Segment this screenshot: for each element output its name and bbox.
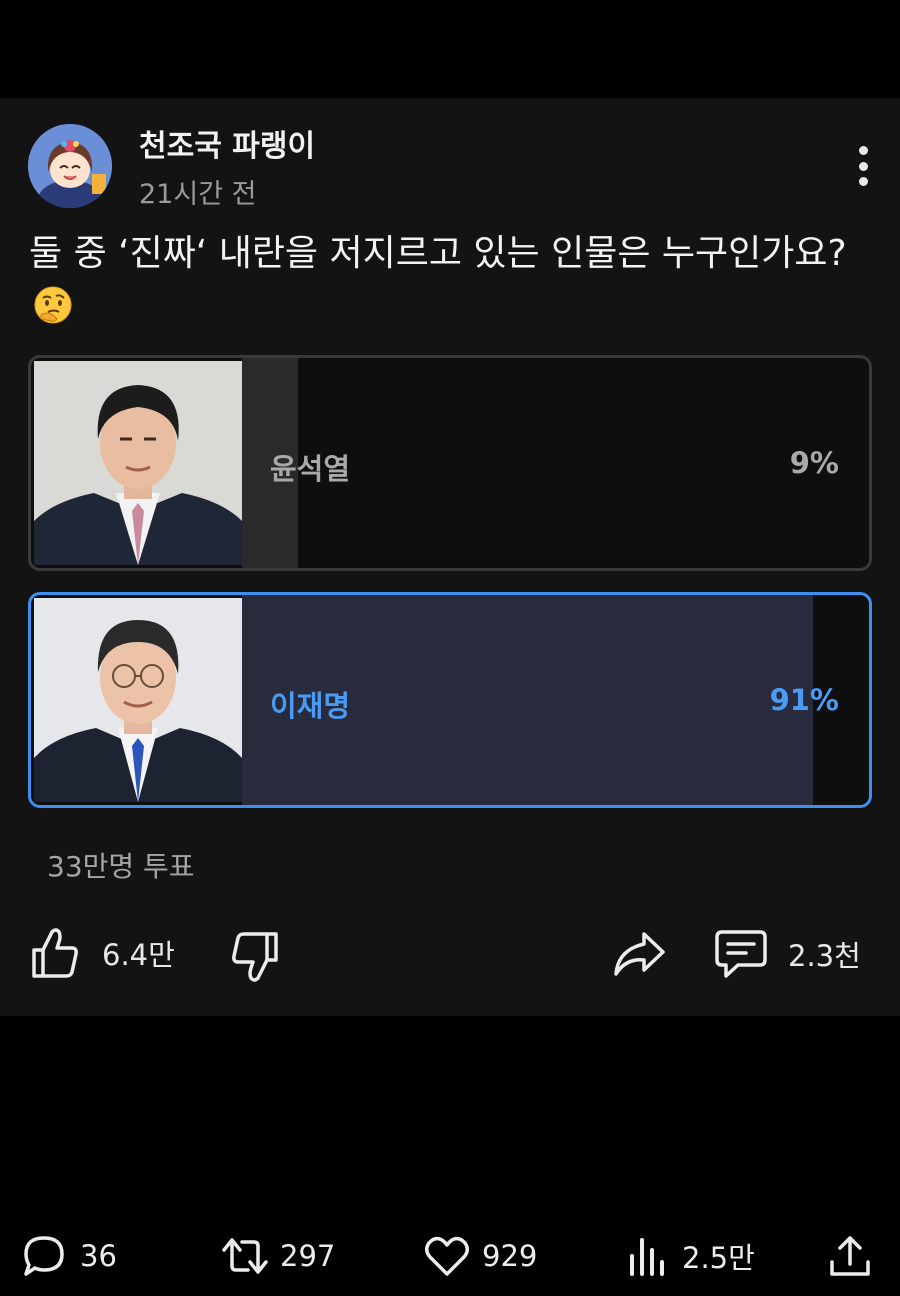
like-button[interactable]: 6.4만 xyxy=(30,926,175,980)
poll-vote-count: 33만명 투표 xyxy=(47,850,195,883)
dislike-button[interactable] xyxy=(232,930,284,982)
more-options-button[interactable] xyxy=(846,140,880,192)
thinking-face-icon xyxy=(33,285,73,325)
reply-count: 36 xyxy=(80,1239,117,1273)
repost-count: 297 xyxy=(280,1239,336,1273)
comments-button[interactable]: 2.3천 xyxy=(714,928,861,980)
share-button[interactable] xyxy=(612,930,666,978)
post-question: 둘 중 ‘진짜‘ 내란을 저지르고 있는 인물은 누구인가요? xyxy=(29,228,869,332)
like-count: 6.4만 xyxy=(102,938,175,972)
repost-button[interactable]: 297 xyxy=(220,1234,335,1278)
reply-button[interactable]: 36 xyxy=(22,1234,117,1278)
thumbs-up-icon xyxy=(32,928,78,978)
share-icon xyxy=(614,932,665,976)
engagement-bar: 36 297 929 2.5만 xyxy=(0,1220,900,1296)
view-count: 2.5만 xyxy=(682,1241,755,1275)
poll-option-1-label: 윤석열 xyxy=(270,452,351,486)
poll-option-1-percent: 9% xyxy=(789,446,839,480)
candidate-2-photo xyxy=(34,598,242,802)
poll-option-2-label: 이재명 xyxy=(270,689,351,723)
upload-share-button[interactable] xyxy=(828,1234,872,1278)
repost-icon xyxy=(222,1238,268,1274)
comment-count: 2.3천 xyxy=(788,939,861,973)
reply-icon xyxy=(24,1236,64,1276)
heart-icon xyxy=(425,1236,469,1276)
post-question-text: 둘 중 ‘진짜‘ 내란을 저지르고 있는 인물은 누구인가요? xyxy=(29,233,847,274)
poll-option-1[interactable]: 윤석열 9% xyxy=(28,355,872,571)
poll-option-2-percent: 91% xyxy=(769,683,839,717)
views-icon xyxy=(630,1238,664,1276)
views-button[interactable]: 2.5만 xyxy=(628,1234,755,1278)
author-name[interactable]: 천조국 파랭이 xyxy=(139,121,315,165)
more-vertical-icon xyxy=(858,146,868,155)
upload-icon xyxy=(830,1236,870,1276)
poll-option-2[interactable]: 이재명 91% xyxy=(28,592,872,808)
candidate-1-photo xyxy=(34,361,242,565)
post-like-count: 929 xyxy=(482,1239,538,1273)
post-timestamp: 21시간 전 xyxy=(139,179,257,210)
author-avatar[interactable] xyxy=(28,124,112,208)
comment-icon xyxy=(715,930,767,978)
thumbs-down-icon xyxy=(232,932,278,982)
like-post-button[interactable]: 929 xyxy=(424,1234,537,1278)
